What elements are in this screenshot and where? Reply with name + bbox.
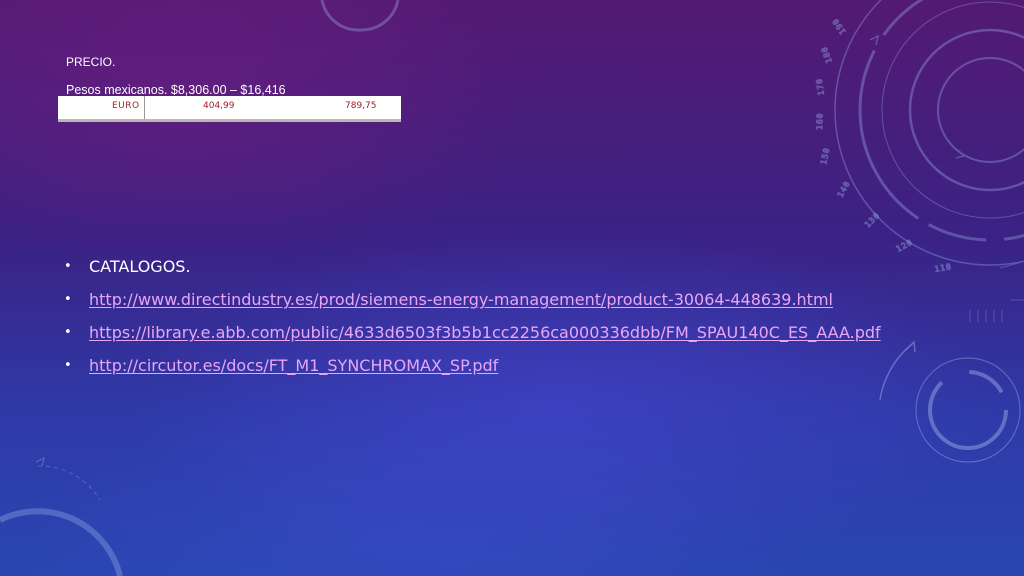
abb-catalog-link[interactable]: https://library.e.abb.com/public/4633d65… — [89, 323, 881, 342]
catalogs-heading: CATALOGOS. — [89, 257, 191, 276]
bullet-icon: • — [64, 358, 72, 373]
dial-tick-label: 120 — [895, 238, 915, 254]
circutor-catalog-link[interactable]: http://circutor.es/docs/FT_M1_SYNCHROMAX… — [89, 356, 498, 375]
list-item: • http://circutor.es/docs/FT_M1_SYNCHROM… — [64, 355, 881, 388]
dial-decoration — [834, 0, 1024, 269]
list-item: • https://library.e.abb.com/public/4633d… — [64, 322, 881, 355]
euro-label: EURO — [112, 101, 140, 111]
bullet-icon: • — [64, 292, 72, 307]
precio-heading: PRECIO. — [66, 55, 116, 69]
right-edge-ticks — [969, 299, 1024, 322]
dial-tick-label: 140 — [836, 179, 852, 199]
small-circle-decoration — [879, 340, 1021, 463]
bottom-left-arc-decoration — [0, 456, 123, 576]
dial-tick-label: 190 — [830, 16, 847, 36]
list-item: • http://www.directindustry.es/prod/siem… — [64, 289, 881, 322]
dial-tick-labels: 110 120 130 140 150 160 170 180 190 — [814, 16, 953, 275]
bullet-icon: • — [64, 325, 72, 340]
euro-value-min: 404,99 — [203, 101, 235, 111]
dial-tick-label: 170 — [815, 77, 826, 96]
table-divider — [144, 96, 145, 119]
euro-price-table: EURO 404,99 789,75 — [58, 96, 401, 122]
catalog-list: • CATALOGOS. • http://www.directindustry… — [64, 256, 881, 388]
dial-tick-label: 130 — [863, 211, 882, 230]
siemens-catalog-link[interactable]: http://www.directindustry.es/prod/siemen… — [89, 290, 833, 309]
pesos-price-range: Pesos mexicanos. $8,306.00 – $16,416 — [66, 83, 286, 97]
list-item: • CATALOGOS. — [64, 256, 881, 289]
bullet-icon: • — [64, 259, 72, 274]
euro-value-max: 789,75 — [345, 101, 377, 111]
dial-tick-label: 180 — [819, 45, 833, 64]
top-arc-decoration — [320, 0, 400, 32]
dial-tick-label: 150 — [819, 146, 831, 165]
dial-tick-label: 160 — [815, 112, 825, 130]
dial-tick-label: 110 — [934, 262, 953, 274]
